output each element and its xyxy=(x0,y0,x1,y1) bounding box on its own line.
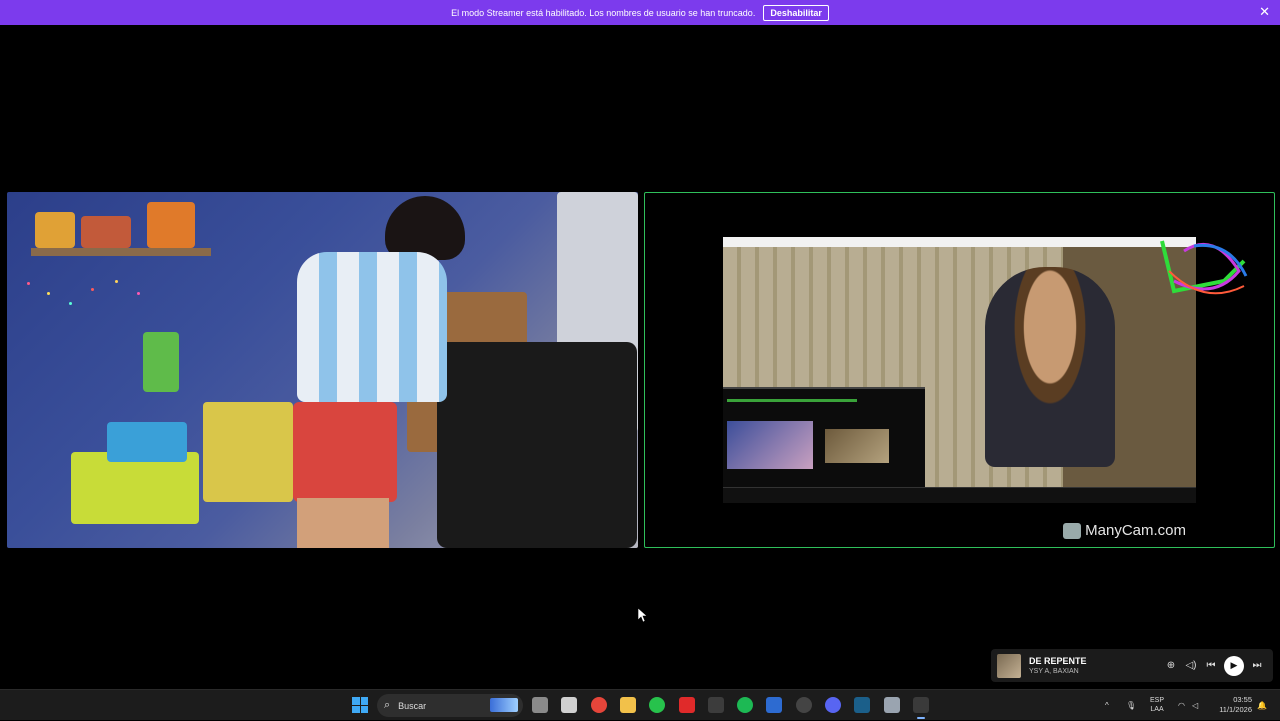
youtube-icon[interactable] xyxy=(678,697,695,713)
disable-button[interactable]: Deshabilitar xyxy=(763,4,829,21)
notification-icon[interactable]: 🔔 xyxy=(1257,690,1267,721)
captured-screen xyxy=(723,237,1196,503)
spotify-icon[interactable] xyxy=(737,697,754,713)
person-shirt xyxy=(297,252,447,402)
whatsapp-icon[interactable] xyxy=(649,697,666,713)
speaker-icon[interactable]: ◁ xyxy=(1192,690,1198,721)
search-placeholder: Buscar xyxy=(398,700,427,711)
store-icon[interactable] xyxy=(561,697,578,713)
discord-icon[interactable] xyxy=(825,697,841,713)
file-explorer-icon[interactable] xyxy=(619,697,636,713)
next-icon[interactable]: ⏭ xyxy=(1247,660,1267,671)
manycam-taskbar-icon[interactable] xyxy=(912,697,929,713)
microphone-icon[interactable]: 🎙 xyxy=(1126,690,1136,721)
clock-time: 03:55 xyxy=(1233,695,1252,704)
steam-icon[interactable] xyxy=(854,697,871,713)
person-head xyxy=(385,196,465,260)
shelf xyxy=(31,248,211,256)
task-view-icon[interactable] xyxy=(532,697,548,713)
obs-icon[interactable] xyxy=(707,697,724,713)
inner-taskbar xyxy=(723,487,1196,503)
search-box[interactable]: ⌕ Buscar xyxy=(377,694,523,717)
volume-icon[interactable]: ◁) xyxy=(1181,660,1201,671)
gaming-chair xyxy=(437,342,637,548)
clock-date: 11/1/2026 xyxy=(1219,705,1252,714)
cast-icon[interactable]: ⊕ xyxy=(1161,660,1181,671)
webcam-video-right: ManyCam.com xyxy=(644,192,1275,548)
play-button[interactable]: ▶ xyxy=(1224,655,1244,676)
person-legs xyxy=(297,498,389,548)
toy-box xyxy=(35,212,75,248)
media-player-widget: DE REPENTE YSY A, BAXIAN ⊕ ◁) ⏮ ▶ ⏭ xyxy=(991,649,1273,682)
scribble-logo-icon xyxy=(1160,240,1248,295)
inner-chat-window xyxy=(723,387,925,503)
inner-person xyxy=(985,267,1115,467)
person-shorts xyxy=(293,402,397,502)
track-title: DE REPENTE xyxy=(1029,656,1087,666)
yellow-bin xyxy=(203,402,293,502)
github-icon[interactable] xyxy=(795,697,812,713)
mouse-cursor-icon xyxy=(638,608,648,622)
language-indicator[interactable]: ESP LAA xyxy=(1150,696,1164,714)
banner-message: El modo Streamer está habilitado. Los no… xyxy=(451,7,756,18)
toy-bin xyxy=(107,422,187,462)
track-artist: YSY A, BAXIAN xyxy=(1029,668,1079,675)
toy-box xyxy=(81,216,131,248)
streamer-mode-banner: El modo Streamer está habilitado. Los no… xyxy=(0,0,1280,25)
previous-icon[interactable]: ⏮ xyxy=(1201,660,1221,671)
active-app-indicator xyxy=(916,717,925,719)
app-gray-icon[interactable] xyxy=(883,697,900,713)
language-bottom: LAA xyxy=(1150,706,1164,713)
search-highlight-icon xyxy=(490,698,518,712)
chrome-icon[interactable] xyxy=(590,697,607,713)
close-icon[interactable]: ✕ xyxy=(1259,5,1270,19)
toy-box xyxy=(147,202,195,248)
tray-chevron-icon[interactable]: ^ xyxy=(1105,690,1109,721)
manycam-icon xyxy=(1063,522,1082,539)
watermark-text: ManyCam.com xyxy=(1085,522,1186,539)
app-blue-icon[interactable] xyxy=(766,697,783,713)
clock[interactable]: 03:55 11/1/2026 xyxy=(1210,695,1252,715)
manycam-watermark: ManyCam.com xyxy=(1063,522,1186,539)
wifi-icon[interactable]: ◠ xyxy=(1178,690,1185,721)
windows-start-icon[interactable] xyxy=(352,697,368,713)
search-icon: ⌕ xyxy=(384,699,391,711)
inner-thumbnail xyxy=(825,429,889,463)
webcam-video-left xyxy=(7,192,638,548)
inner-titlebar xyxy=(723,237,1196,247)
creeper-toy xyxy=(143,332,179,392)
language-top: ESP xyxy=(1150,697,1165,704)
album-art xyxy=(997,653,1021,678)
green-bin xyxy=(71,452,199,524)
inner-thumbnail xyxy=(727,421,813,469)
taskbar: ⌕ Buscar ^ 🎙 ESP LAA ◠ ◁ 03:55 11/1/2026… xyxy=(0,689,1280,720)
